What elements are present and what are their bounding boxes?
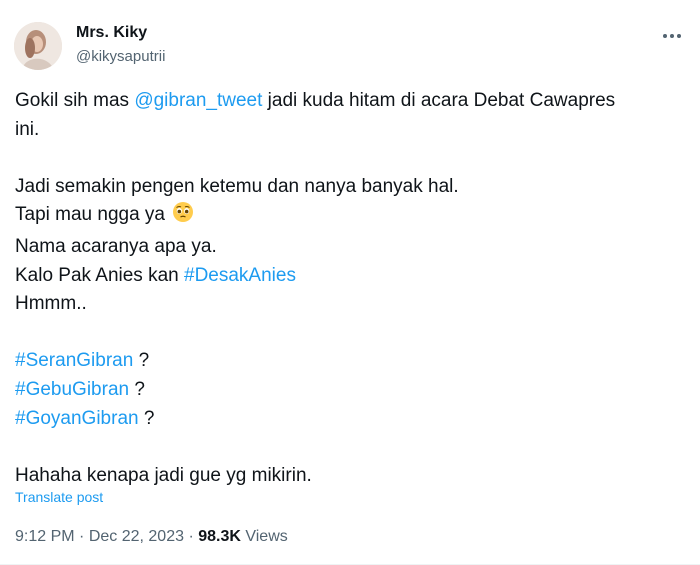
tweet-card: Mrs. Kiky @kikysaputrii Gokil sih mas @g… [0,0,700,565]
views-count: 98.3K [198,528,241,545]
tweet-time[interactable]: 9:12 PM [15,528,75,545]
views-label: Views [240,528,288,545]
tweet-line: #GoyanGibran ? [15,405,685,434]
tweet-text-segment: Hmmm.. [15,293,87,315]
tweet-date[interactable]: Dec 22, 2023 [89,528,184,545]
tweet-text-segment: Tapi mau ngga ya [15,204,171,226]
tweet-text-segment: jadi kuda hitam di acara Debat Cawapres [262,90,616,111]
tweet-line: ini. [15,116,685,145]
author-display-name[interactable]: Mrs. Kiky [76,24,147,42]
tweet-line: #SeranGibran ? [15,347,685,376]
tweet-line: Jadi semakin pengen ketemu dan nanya ban… [15,173,685,202]
tweet-line: #GebuGibran ? [15,376,685,405]
tweet-line: Nama acaranya apa ya. [15,233,685,262]
tweet-text-segment: Nama acaranya apa ya. [15,235,217,257]
tweet-line: Hahaha kenapa jadi gue yg mikirin. [15,462,685,491]
tweet-line: Gokil sih mas @gibran_tweet jadi kuda hi… [15,87,685,116]
tweet-text-segment: ini. [15,118,40,140]
hashtag-link[interactable]: #SeranGibran [15,350,133,371]
more-dots-icon [663,34,681,38]
tweet-meta: 9:12 PM · Dec 22, 2023 · 98.3K Views [15,528,288,546]
hashtag-link[interactable]: #GoyanGibran [15,408,139,429]
tweet-text-segment: ? [133,350,150,372]
tweet-text: Gokil sih mas @gibran_tweet jadi kuda hi… [15,87,685,490]
tweet-text-segment: Gokil sih mas [15,90,135,111]
tweet-text-segment: Hahaha kenapa jadi gue yg mikirin. [15,464,312,486]
avatar[interactable] [14,22,62,70]
avatar-photo-icon [14,22,62,70]
tweet-text-segment: ? [138,407,155,429]
more-options-button[interactable] [658,22,686,50]
author-handle[interactable]: @kikysaputrii [76,48,165,65]
meta-separator: · [184,528,199,545]
tweet-line: Tapi mau ngga ya [15,201,685,233]
meta-separator: · [74,528,89,545]
mention-link[interactable]: @gibran_tweet [134,90,262,111]
translate-post-link[interactable]: Translate post [15,489,103,505]
pleading-face-emoji [172,201,194,233]
tweet-text-segment: Kalo Pak Anies kan [15,264,184,286]
hashtag-link[interactable]: #GebuGibran [15,379,129,400]
tweet-text-segment: Jadi semakin pengen ketemu dan nanya ban… [15,175,459,197]
tweet-text-segment: ? [129,378,145,400]
tweet-line: Kalo Pak Anies kan #DesakAnies [15,262,685,291]
hashtag-link[interactable]: #DesakAnies [184,265,296,286]
tweet-line: Hmmm.. [15,290,685,319]
